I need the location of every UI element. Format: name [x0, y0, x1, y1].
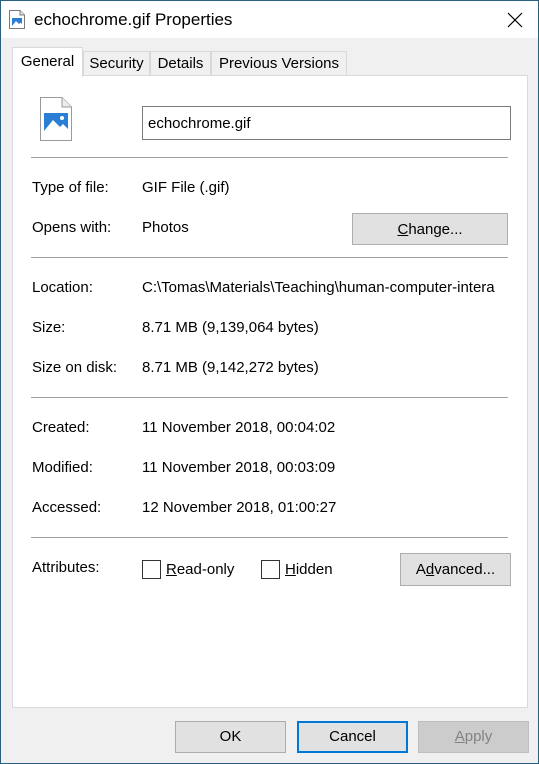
tab-general[interactable]: General	[12, 47, 83, 77]
change-button-label: Change...	[397, 221, 463, 238]
tab-label: General	[20, 53, 75, 70]
cancel-button[interactable]: Cancel	[297, 721, 408, 753]
close-icon	[507, 12, 523, 28]
accessed-value: 12 November 2018, 01:00:27	[142, 499, 337, 516]
tab-label: Details	[157, 55, 204, 72]
ok-button-label: OK	[219, 728, 242, 745]
cancel-button-label: Cancel	[329, 728, 376, 745]
separator	[31, 397, 508, 398]
attributes-label: Attributes:	[32, 559, 100, 576]
tab-previous-versions[interactable]: Previous Versions	[211, 51, 347, 75]
created-label: Created:	[32, 419, 90, 436]
advanced-button[interactable]: Advanced...	[400, 553, 511, 586]
size-value: 8.71 MB (9,139,064 bytes)	[142, 319, 319, 336]
size-on-disk-value: 8.71 MB (9,142,272 bytes)	[142, 359, 319, 376]
size-on-disk-label: Size on disk:	[32, 359, 118, 376]
opens-with-label: Opens with:	[32, 219, 112, 236]
tab-label: Security	[89, 55, 144, 72]
properties-dialog: echochrome.gif Properties General Securi…	[0, 0, 539, 764]
separator	[31, 537, 508, 538]
type-of-file-value: GIF File (.gif)	[142, 179, 230, 196]
tab-details[interactable]: Details	[150, 51, 211, 75]
modified-value: 11 November 2018, 00:03:09	[142, 459, 336, 476]
accessed-label: Accessed:	[32, 499, 102, 516]
advanced-button-label: Advanced...	[415, 561, 496, 578]
separator	[31, 157, 508, 158]
window-title: echochrome.gif Properties	[34, 10, 233, 29]
title-bar[interactable]: echochrome.gif Properties	[1, 1, 538, 38]
hidden-label[interactable]: Hidden	[285, 561, 333, 578]
opens-with-value: Photos	[142, 219, 189, 236]
location-label: Location:	[32, 279, 93, 296]
created-value: 11 November 2018, 00:04:02	[142, 419, 336, 436]
tab-security[interactable]: Security	[83, 51, 150, 75]
apply-button[interactable]: Apply	[418, 721, 529, 753]
modified-label: Modified:	[32, 459, 93, 476]
tab-label: Previous Versions	[218, 55, 340, 72]
general-panel: Type of file: GIF File (.gif) Opens with…	[12, 75, 528, 708]
type-of-file-label: Type of file:	[32, 179, 109, 196]
read-only-checkbox[interactable]	[142, 560, 161, 579]
close-button[interactable]	[492, 1, 538, 38]
image-file-icon	[9, 10, 25, 29]
ok-button[interactable]: OK	[175, 721, 286, 753]
apply-button-label: Apply	[454, 728, 493, 745]
file-name-input[interactable]	[142, 106, 511, 140]
image-file-icon	[40, 97, 72, 141]
read-only-label[interactable]: Read-only	[166, 561, 234, 578]
size-label: Size:	[32, 319, 66, 336]
location-value: C:\Tomas\Materials\Teaching\human-comput…	[142, 279, 495, 296]
separator	[31, 257, 508, 258]
change-button[interactable]: Change...	[352, 213, 508, 245]
hidden-checkbox[interactable]	[261, 560, 280, 579]
